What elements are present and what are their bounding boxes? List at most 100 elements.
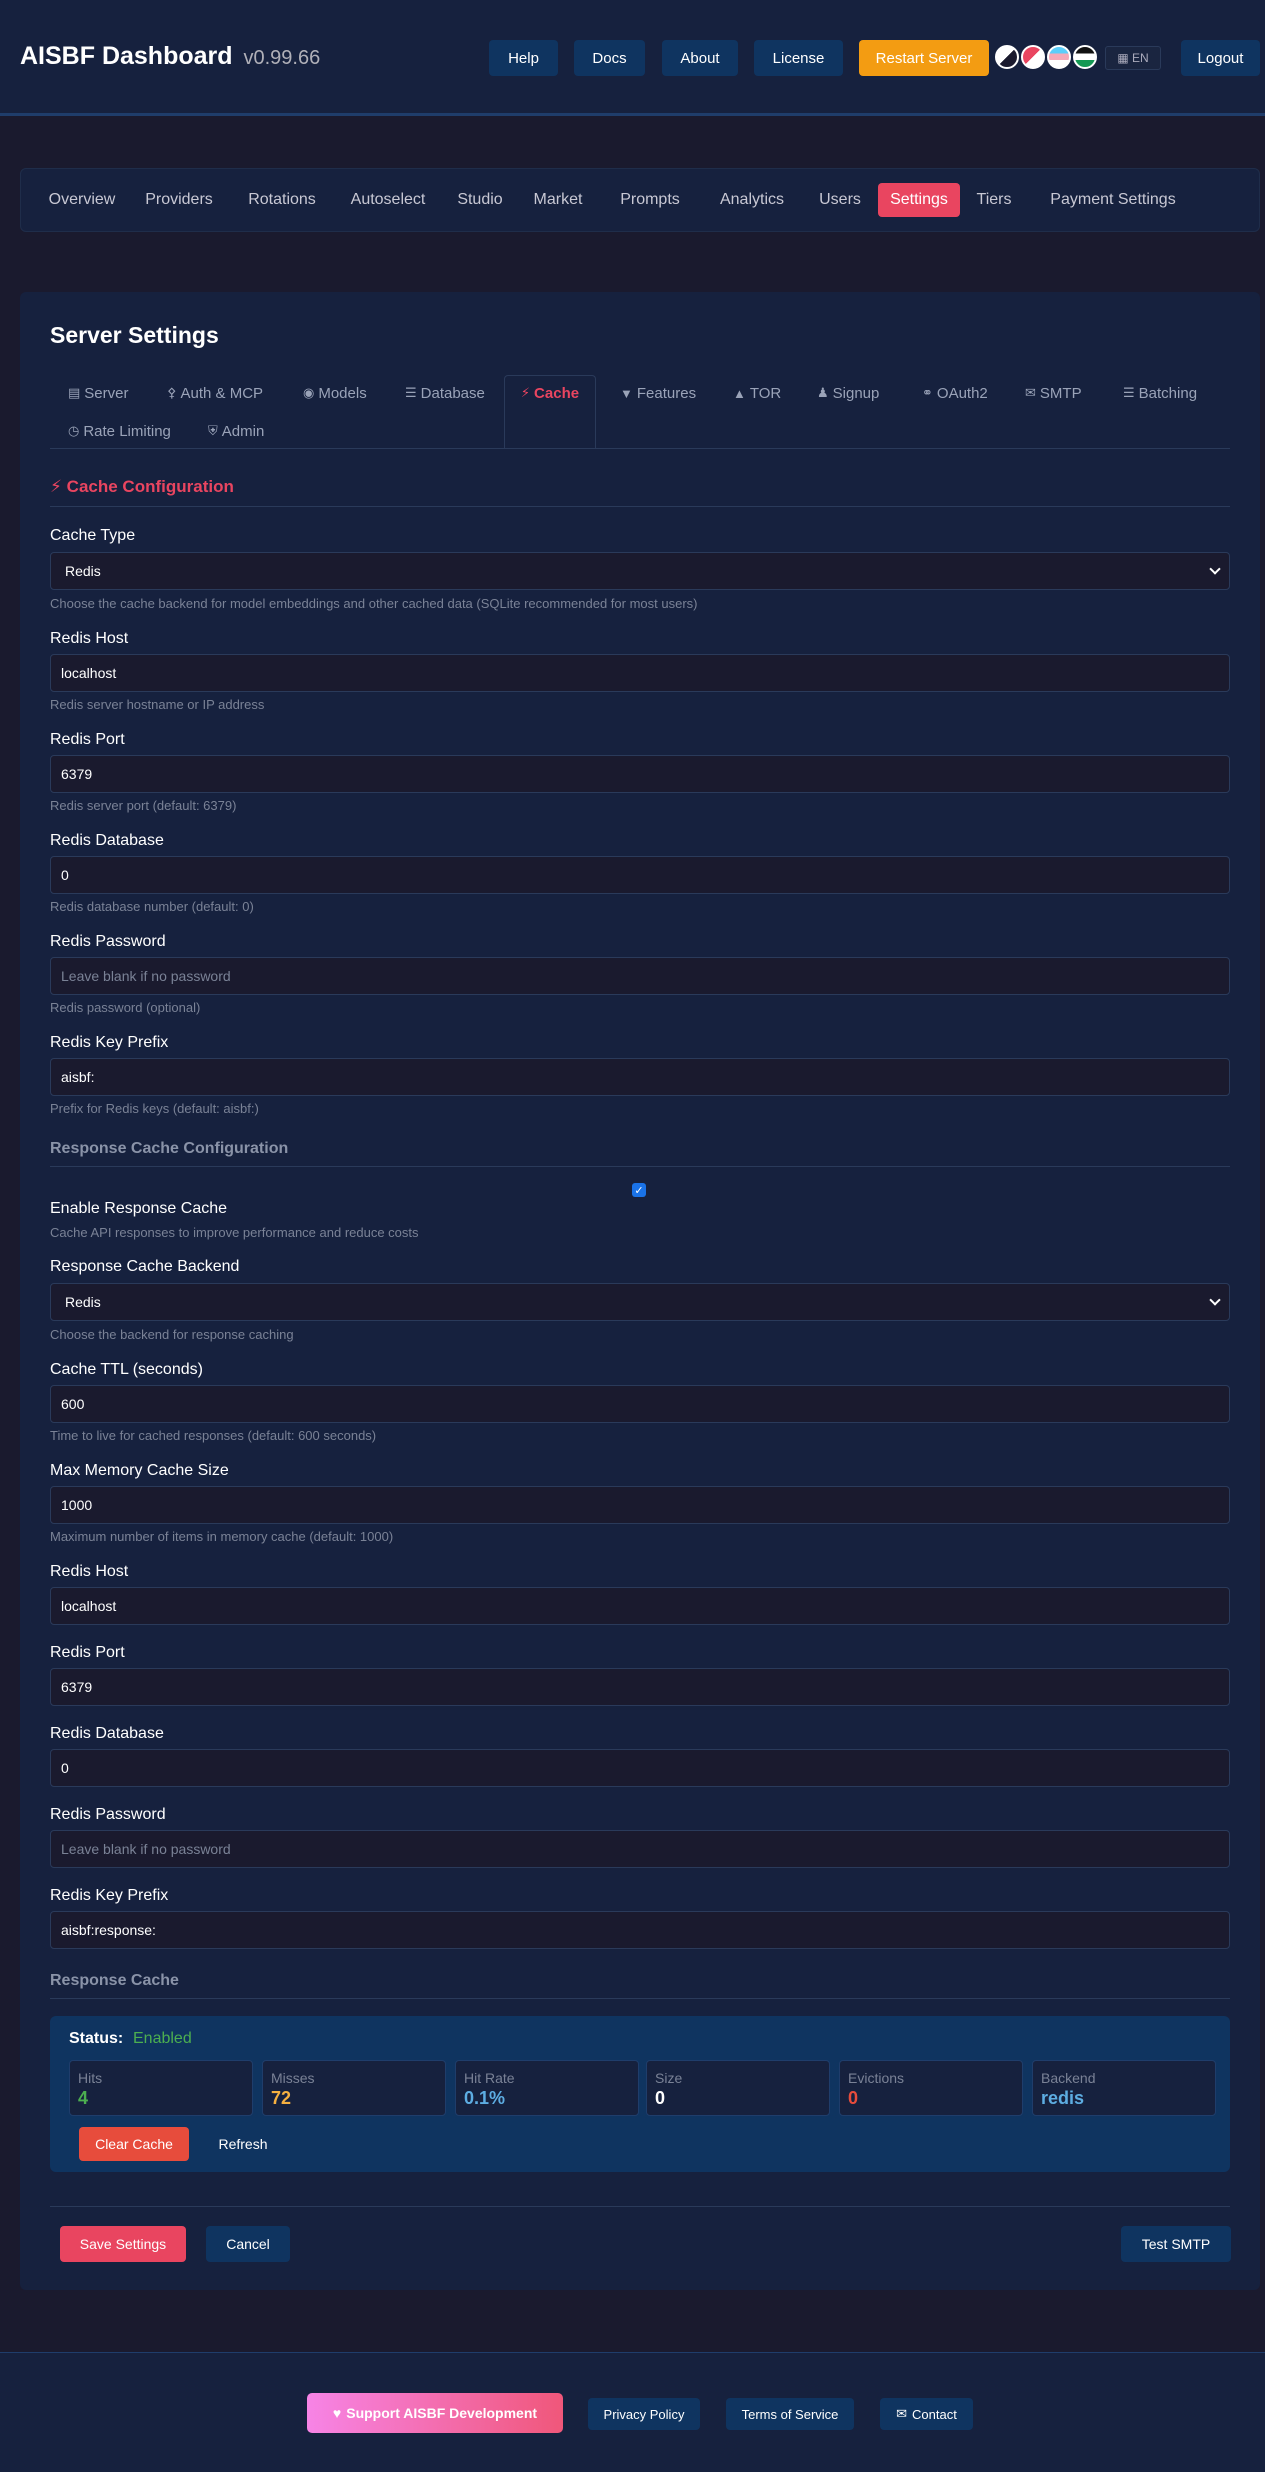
redis-db-label: Redis Database — [50, 832, 164, 849]
tab-tor-label: TOR — [749, 384, 782, 402]
top-header: AISBF Dashboard v0.99.66 Help Docs About… — [0, 0, 1265, 116]
tab-signup[interactable]: ♟ Signup — [817, 375, 879, 411]
shield-icon: ⛨ — [208, 423, 218, 438]
response-redis-host-input[interactable]: localhost — [50, 1587, 1230, 1625]
cancel-button[interactable]: Cancel — [206, 2226, 290, 2262]
tab-smtp[interactable]: ✉ SMTP — [1025, 375, 1082, 411]
logout-button[interactable]: Logout — [1181, 40, 1260, 76]
tab-tor[interactable]: ▲ TOR — [733, 375, 781, 411]
tab-cache[interactable]: ⚡ Cache — [504, 375, 596, 449]
cache-type-select[interactable]: Redis — [50, 552, 1230, 590]
test-smtp-button[interactable]: Test SMTP — [1121, 2226, 1231, 2262]
tab-auth-label: Auth & MCP — [180, 384, 264, 402]
theme-dark-icon[interactable] — [995, 45, 1019, 69]
chevron-down-icon — [1209, 1294, 1221, 1306]
save-settings-button[interactable]: Save Settings — [60, 2226, 186, 2262]
tab-models[interactable]: ◉ Models — [303, 375, 367, 411]
redis-port-input[interactable]: 6379 — [50, 755, 1230, 793]
stat-label: Size — [655, 2070, 683, 2086]
language-selector[interactable]: ▦ EN — [1105, 46, 1161, 70]
filter-icon: ▼ — [620, 385, 633, 401]
tab-features[interactable]: ▼ Features — [620, 375, 696, 411]
cache-config-heading: ⚡ Cache Configuration — [50, 477, 234, 497]
tab-smtp-label: SMTP — [1039, 384, 1082, 402]
terms-of-service-link[interactable]: Terms of Service — [726, 2398, 854, 2430]
cache-type-label: Cache Type — [50, 527, 136, 544]
support-button[interactable]: ♥ Support AISBF Development — [307, 2393, 563, 2433]
response-redis-prefix-input[interactable]: aisbf:response: — [50, 1911, 1230, 1949]
stat-label: Hit Rate — [464, 2070, 515, 2086]
envelope-icon: ✉ — [896, 2406, 908, 2421]
restart-server-button[interactable]: Restart Server — [859, 40, 989, 76]
redis-prefix-input[interactable]: aisbf: — [50, 1058, 1230, 1096]
tab-oauth2[interactable]: ⚭ OAuth2 — [922, 375, 988, 411]
license-button[interactable]: License — [754, 40, 843, 76]
response-redis-db-input[interactable]: 0 — [50, 1749, 1230, 1787]
about-button[interactable]: About — [662, 40, 738, 76]
chevron-down-icon — [1209, 563, 1221, 575]
tabs-divider — [50, 448, 1230, 449]
response-redis-password-input[interactable]: Leave blank if no password — [50, 1830, 1230, 1868]
brain-icon: ◉ — [303, 385, 315, 400]
theme-flag-icon[interactable] — [1073, 45, 1097, 69]
redis-db-input[interactable]: 0 — [50, 856, 1230, 894]
help-button[interactable]: Help — [489, 40, 558, 76]
response-backend-select[interactable]: Redis — [50, 1283, 1230, 1321]
response-redis-port-input[interactable]: 6379 — [50, 1668, 1230, 1706]
redis-host-input[interactable]: localhost — [50, 654, 1230, 692]
nav-rotations[interactable]: Rotations — [237, 183, 327, 217]
nav-providers[interactable]: Providers — [134, 183, 224, 217]
privacy-policy-link[interactable]: Privacy Policy — [588, 2398, 700, 2430]
tab-admin[interactable]: ⛨ Admin — [208, 413, 264, 449]
stat-backend: Backend redis — [1032, 2060, 1216, 2116]
response-redis-prefix-label: Redis Key Prefix — [50, 1887, 169, 1904]
response-backend-value: Redis — [65, 1294, 101, 1310]
redis-host-help: Redis server hostname or IP address — [50, 697, 265, 712]
clear-cache-button[interactable]: Clear Cache — [79, 2127, 189, 2161]
nav-settings[interactable]: Settings — [878, 183, 960, 217]
docs-button[interactable]: Docs — [574, 40, 645, 76]
nav-market[interactable]: Market — [526, 183, 590, 217]
theme-red-icon[interactable] — [1021, 45, 1045, 69]
status-label: Status: — [69, 2030, 124, 2047]
cache-ttl-input[interactable]: 600 — [50, 1385, 1230, 1423]
nav-users[interactable]: Users — [810, 183, 870, 217]
tab-server-label: Server — [84, 384, 129, 402]
max-memory-label: Max Memory Cache Size — [50, 1462, 229, 1479]
heart-icon: ♥ — [332, 2405, 342, 2421]
tab-batching[interactable]: ☰ Batching — [1123, 375, 1197, 411]
cache-ttl-help: Time to live for cached responses (defau… — [50, 1428, 377, 1443]
language-code: EN — [1132, 51, 1149, 65]
tab-database[interactable]: ☰ Database — [405, 375, 485, 411]
nav-autoselect[interactable]: Autoselect — [341, 183, 435, 217]
stat-value: 0.1% — [464, 2088, 506, 2108]
bolt-icon: ⚡ — [50, 477, 67, 496]
cache-config-heading-text: Cache Configuration — [66, 477, 234, 496]
stat-label: Misses — [271, 2070, 315, 2086]
max-memory-input[interactable]: 1000 — [50, 1486, 1230, 1524]
layers-icon: ☰ — [1123, 385, 1135, 400]
main-nav: Overview Providers Rotations Autoselect … — [20, 168, 1260, 232]
redis-port-help: Redis server port (default: 6379) — [50, 798, 237, 813]
nav-overview[interactable]: Overview — [42, 183, 122, 217]
enable-response-cache-checkbox[interactable]: ✓ — [632, 1183, 646, 1197]
refresh-button[interactable]: Refresh — [206, 2127, 280, 2161]
tor-icon: ▲ — [733, 385, 746, 401]
nav-payment-settings[interactable]: Payment Settings — [1040, 183, 1186, 217]
theme-trans-flag-icon[interactable] — [1047, 45, 1071, 69]
nav-tiers[interactable]: Tiers — [970, 183, 1018, 217]
stat-value: 4 — [78, 2088, 89, 2108]
redis-password-input[interactable]: Leave blank if no password — [50, 957, 1230, 995]
stat-value: 0 — [848, 2088, 859, 2108]
tab-server[interactable]: ▤ Server — [68, 375, 128, 411]
stat-label: Backend — [1041, 2070, 1096, 2086]
nav-studio[interactable]: Studio — [448, 183, 512, 217]
tab-rate-limiting[interactable]: ◷ Rate Limiting — [68, 413, 171, 449]
contact-link[interactable]: ✉ Contact — [880, 2398, 973, 2430]
nav-analytics[interactable]: Analytics — [707, 183, 797, 217]
tab-oauth2-label: OAuth2 — [936, 384, 988, 402]
app-title: AISBF Dashboard v0.99.66 — [20, 42, 320, 71]
tab-auth-mcp[interactable]: ⚴ Auth & MCP — [167, 375, 263, 411]
page-title: Server Settings — [50, 322, 219, 348]
nav-prompts[interactable]: Prompts — [612, 183, 688, 217]
